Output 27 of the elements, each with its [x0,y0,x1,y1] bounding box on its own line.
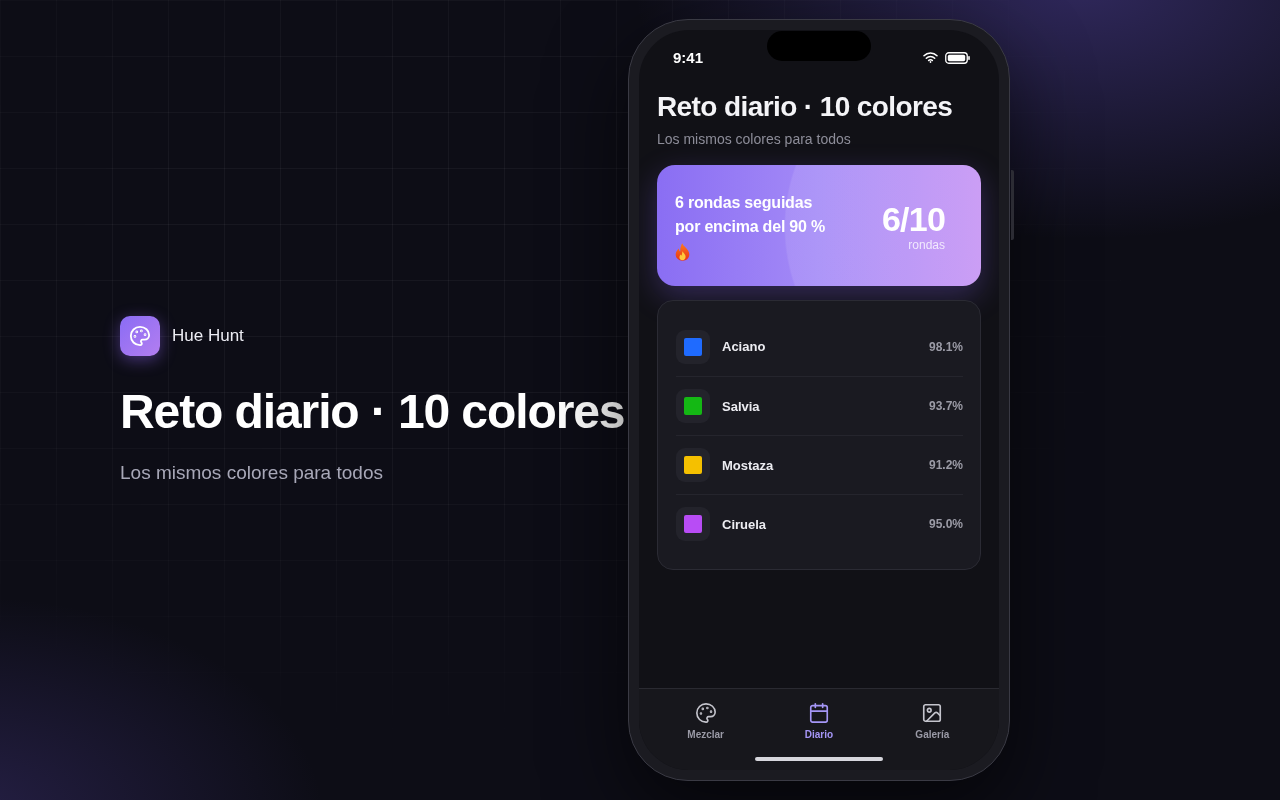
color-name: Aciano [722,339,767,354]
tab-button[interactable]: Mezclar [687,702,724,741]
brand-name: Hue Hunt [172,325,244,346]
hero-title: Reto diario · 10 colores [120,384,626,439]
palette-icon [120,315,160,356]
tab-button[interactable]: Galería [915,702,950,741]
match-score: 93.7% [928,399,963,413]
screen-subtitle: Los mismos colores para todos [657,130,852,148]
calendar-icon [808,702,830,724]
battery-icon [945,51,970,64]
image-icon [921,702,944,724]
match-score: 95.0% [928,517,963,531]
status-time: 9:41 [673,49,704,66]
streak-message: 6 rondas seguidas por encima del 90 % [675,192,827,237]
color-name: Ciruela [722,516,768,532]
color-name: Salvia [722,398,761,414]
screen-title: Reto diario · 10 colores [657,90,954,124]
color-name: Mostaza [722,457,775,473]
palette-icon [694,702,717,724]
flame-icon [675,242,690,261]
wifi-icon [923,52,938,63]
round-score: 6/10 [882,199,945,238]
match-score: 98.1% [928,339,963,354]
hero-subtitle: Los mismos colores para todos [120,460,384,485]
round-label: rondas [908,237,945,252]
tab-button[interactable]: Diario [804,702,834,741]
match-score: 91.2% [928,458,963,472]
